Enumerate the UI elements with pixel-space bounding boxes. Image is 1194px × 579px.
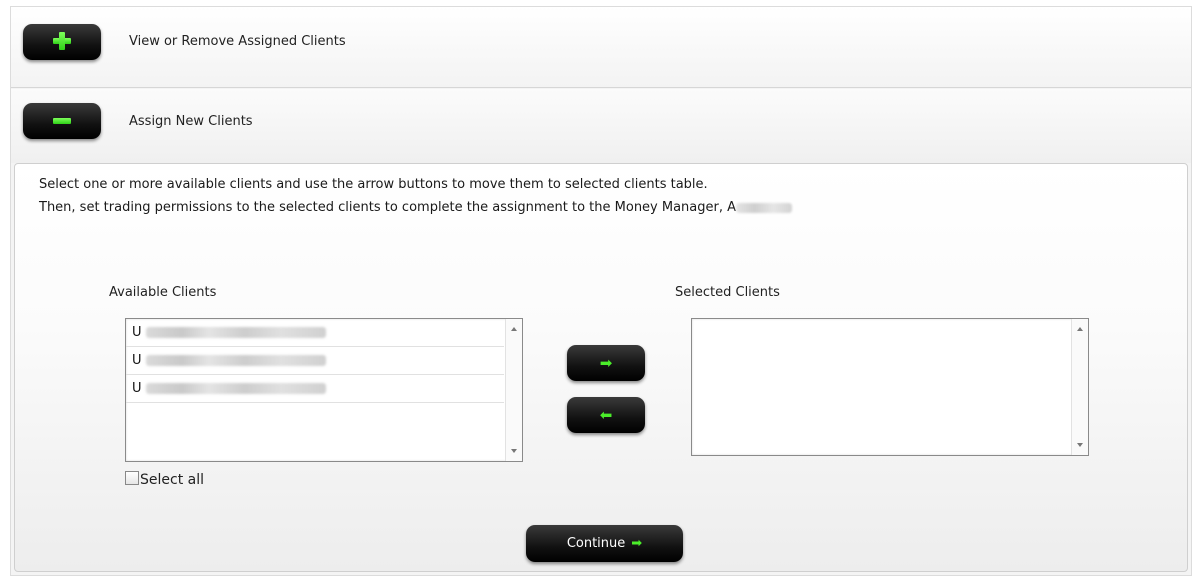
scroll-up-icon[interactable] [511,327,517,331]
plus-icon-vertical [59,32,65,50]
scrollbar[interactable] [1071,319,1088,455]
list-item[interactable]: U [126,375,504,403]
scroll-down-icon[interactable] [511,449,517,453]
continue-button[interactable]: Continue ➡ [526,525,683,562]
available-clients-list[interactable]: U U U [125,318,523,462]
client-id-prefix: U [132,325,142,340]
select-all-control[interactable]: Select all [125,471,204,488]
scroll-up-icon[interactable] [1077,327,1083,331]
client-id-prefix: U [132,353,142,368]
redacted-client-id [146,327,326,338]
arrow-left-icon: ⬅ [599,406,613,424]
instruction-line-2: Then, set trading permissions to the sel… [39,200,793,215]
list-item[interactable]: U [126,319,504,347]
scrollbar[interactable] [505,319,522,461]
assign-new-section: Assign New Clients [11,89,1191,163]
continue-label: Continue [566,536,626,551]
scroll-down-icon[interactable] [1077,443,1083,447]
selected-clients-list[interactable] [691,318,1089,456]
expand-button[interactable] [23,24,101,60]
client-assignment-container: View or Remove Assigned Clients Assign N… [10,6,1192,576]
collapse-button[interactable] [23,103,101,139]
client-id-prefix: U [132,381,142,396]
redacted-client-id [146,355,326,366]
list-item[interactable]: U [126,347,504,375]
move-to-available-button[interactable]: ⬅ [567,397,645,433]
assign-clients-panel: Select one or more available clients and… [14,163,1188,572]
move-to-selected-button[interactable]: ➡ [567,345,645,381]
view-remove-label[interactable]: View or Remove Assigned Clients [129,34,346,49]
assign-new-label[interactable]: Assign New Clients [129,114,253,129]
arrow-right-icon: ➡ [631,536,643,551]
arrow-right-icon: ➡ [599,354,613,372]
selected-clients-title: Selected Clients [675,285,780,300]
redacted-manager-id [736,202,793,213]
instruction-line-1: Select one or more available clients and… [39,177,708,192]
select-all-label[interactable]: Select all [140,472,204,488]
available-clients-title: Available Clients [109,285,217,300]
instruction-line-2-text: Then, set trading permissions to the sel… [39,200,737,215]
minus-icon [53,118,71,124]
view-remove-section: View or Remove Assigned Clients [11,7,1191,88]
redacted-client-id [146,383,326,394]
select-all-checkbox[interactable] [125,471,139,485]
